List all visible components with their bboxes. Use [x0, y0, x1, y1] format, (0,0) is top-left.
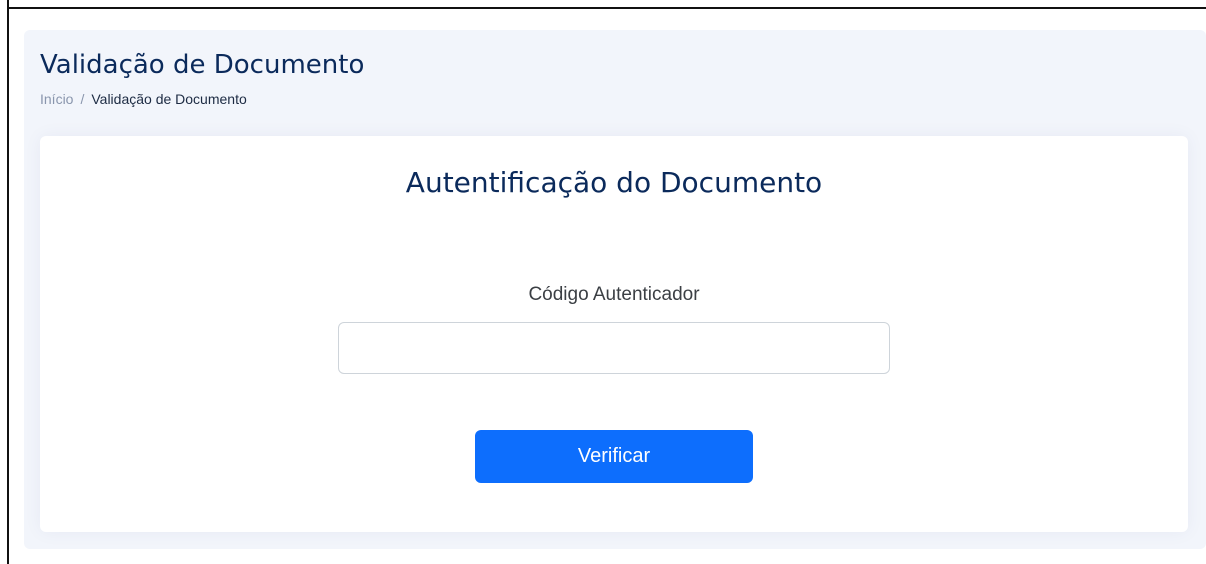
breadcrumb-current: Validação de Documento [91, 91, 247, 107]
window-frame-top [7, 7, 1206, 9]
breadcrumb-home-link[interactable]: Início [40, 91, 73, 107]
breadcrumb: Início / Validação de Documento [40, 91, 247, 107]
page-area: Validação de Documento Início / Validação … [24, 30, 1206, 549]
page-title: Validação de Documento [40, 50, 365, 80]
validation-card: Autentificação do Documento Código Auten… [40, 136, 1188, 532]
authentication-code-label: Código Autenticador [528, 284, 700, 305]
breadcrumb-separator: / [80, 91, 85, 107]
window-frame-left [7, 0, 9, 564]
authentication-code-input[interactable] [338, 322, 890, 374]
verify-button[interactable]: Verificar [475, 430, 753, 483]
card-title: Autentificação do Documento [405, 166, 823, 199]
